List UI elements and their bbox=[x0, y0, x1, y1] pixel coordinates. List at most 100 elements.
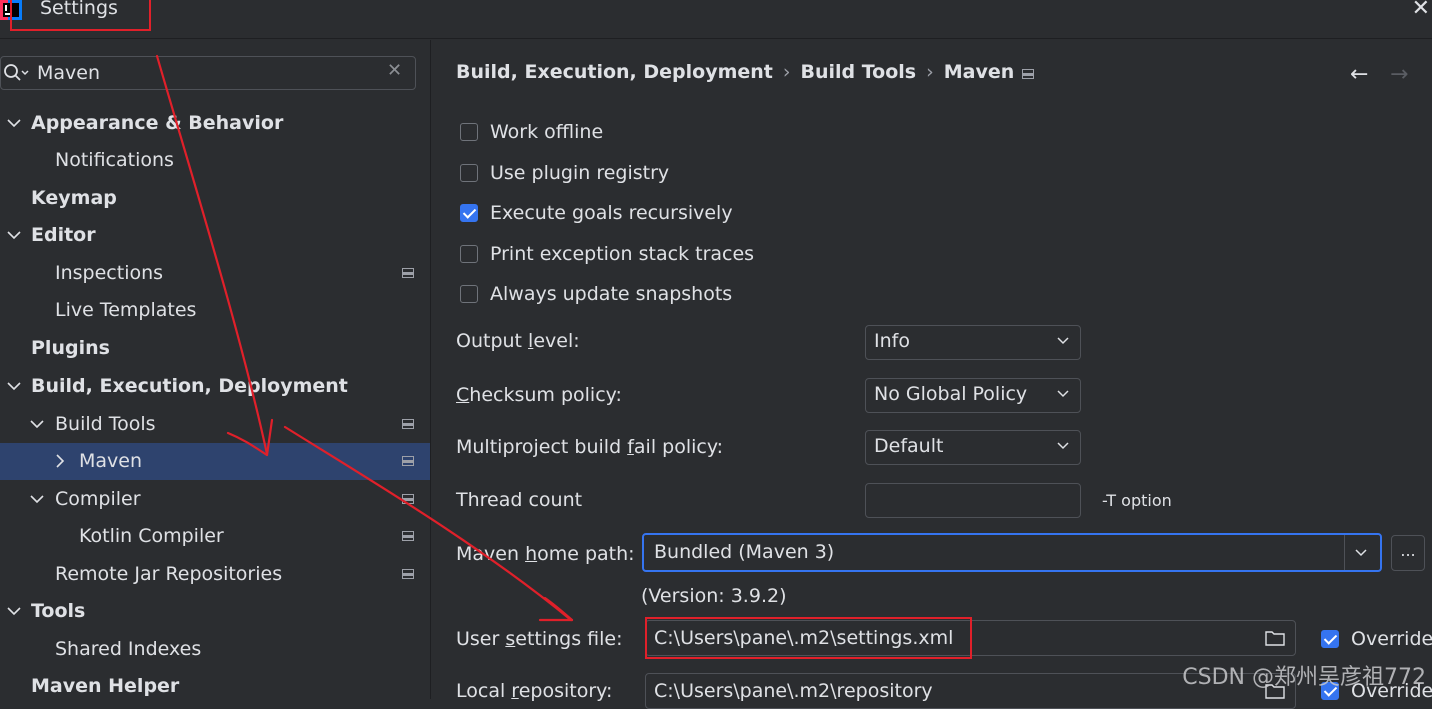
label-mnemonic: h bbox=[525, 543, 538, 565]
multiproject-fail-policy-label: Multiproject build fail policy: bbox=[456, 436, 723, 458]
sidebar-item-maven[interactable]: Maven bbox=[0, 443, 430, 480]
sidebar-item-remote-jar-repositories[interactable]: Remote Jar Repositories bbox=[0, 556, 430, 593]
print-exception-stack-traces-label: Print exception stack traces bbox=[490, 243, 755, 265]
maven-home-path-input[interactable] bbox=[654, 539, 1334, 565]
sidebar-item-appearance-behavior[interactable]: Appearance & Behavior bbox=[0, 105, 430, 142]
always-update-snapshots-checkbox[interactable] bbox=[460, 285, 478, 303]
output-level-value: Info bbox=[874, 330, 910, 352]
sidebar-item-label: Shared Indexes bbox=[55, 638, 202, 660]
sidebar-item-label: Notifications bbox=[55, 149, 174, 171]
clear-search-icon[interactable]: ✕ bbox=[387, 60, 402, 81]
sidebar-item-tools[interactable]: Tools bbox=[0, 593, 430, 630]
chevron-down-icon[interactable] bbox=[6, 217, 22, 254]
back-arrow-icon[interactable]: ← bbox=[1350, 62, 1368, 87]
chevron-down-icon bbox=[1057, 442, 1069, 450]
project-settings-icon bbox=[402, 419, 414, 429]
sidebar-item-maven-helper[interactable]: Maven Helper bbox=[0, 668, 430, 705]
sidebar-item-build-tools[interactable]: Build Tools bbox=[0, 406, 430, 443]
sidebar-item-label: Live Templates bbox=[55, 299, 197, 321]
label-text: Multiproject build bbox=[456, 436, 628, 458]
annotation-highlight-settings-file bbox=[645, 617, 972, 659]
sidebar-item-label: Keymap bbox=[31, 187, 117, 209]
multiproject-fail-policy-dropdown[interactable]: Default bbox=[865, 430, 1081, 465]
sidebar-item-label: Tools bbox=[31, 600, 86, 622]
label-mnemonic: s bbox=[505, 628, 516, 650]
maven-version-text: (Version: 3.9.2) bbox=[641, 585, 787, 607]
forward-arrow-icon: → bbox=[1390, 62, 1409, 87]
browse-maven-home-button[interactable]: ... bbox=[1391, 535, 1425, 571]
sidebar-item-shared-indexes[interactable]: Shared Indexes bbox=[0, 631, 430, 668]
sidebar-item-compiler[interactable]: Compiler bbox=[0, 481, 430, 518]
chevron-right-icon[interactable] bbox=[52, 443, 68, 480]
breadcrumb-item: Maven bbox=[943, 61, 1015, 83]
thread-count-label: Thread count bbox=[456, 489, 583, 511]
label-mnemonic: f bbox=[627, 436, 634, 458]
maven-home-path-combobox[interactable] bbox=[642, 533, 1382, 572]
sidebar-item-label: Maven Helper bbox=[31, 675, 180, 697]
execute-goals-recursively-checkbox[interactable] bbox=[460, 204, 478, 222]
work-offline-label: Work offline bbox=[490, 121, 604, 143]
chevron-down-icon[interactable] bbox=[29, 406, 45, 443]
chevron-down-icon[interactable] bbox=[6, 105, 22, 142]
sidebar-item-label: Compiler bbox=[55, 488, 141, 510]
project-settings-icon bbox=[402, 569, 414, 579]
checksum-policy-label: Checksum policy: bbox=[456, 384, 622, 406]
checksum-policy-dropdown[interactable]: No Global Policy bbox=[865, 378, 1081, 413]
use-plugin-registry-checkbox[interactable] bbox=[460, 164, 478, 182]
user-settings-override-checkbox[interactable] bbox=[1321, 630, 1339, 648]
breadcrumb-item[interactable]: Build, Execution, Deployment bbox=[456, 61, 773, 83]
label-text: ettings file: bbox=[515, 628, 623, 650]
breadcrumb-separator-icon: › bbox=[926, 61, 934, 83]
sidebar-item-build-execution-deployment[interactable]: Build, Execution, Deployment bbox=[0, 368, 430, 405]
sidebar-item-label: Kotlin Compiler bbox=[79, 525, 224, 547]
sidebar-item-label: Inspections bbox=[55, 262, 164, 284]
work-offline-checkbox[interactable] bbox=[460, 123, 478, 141]
sidebar-item-live-templates[interactable]: Live Templates bbox=[0, 292, 430, 329]
output-level-dropdown[interactable]: Info bbox=[865, 325, 1081, 360]
chevron-down-icon bbox=[1057, 337, 1069, 345]
execute-goals-recursively-label: Execute goals recursively bbox=[490, 202, 733, 224]
project-settings-icon bbox=[402, 494, 414, 504]
sidebar-item-label: Plugins bbox=[31, 337, 110, 359]
output-level-label: Output level: bbox=[456, 330, 580, 352]
sidebar-item-keymap[interactable]: Keymap bbox=[0, 180, 430, 217]
folder-icon[interactable] bbox=[1265, 630, 1285, 646]
breadcrumb-separator-icon: › bbox=[782, 61, 791, 83]
label-text: ome path: bbox=[537, 543, 635, 565]
sidebar-item-label: Editor bbox=[31, 224, 96, 246]
title-bar bbox=[0, 0, 1432, 39]
maven-home-path-label: Maven home path: bbox=[456, 543, 635, 565]
sidebar-item-inspections[interactable]: Inspections bbox=[0, 255, 430, 292]
breadcrumb: Build, Execution, Deployment › Build Tools… bbox=[456, 61, 1014, 83]
thread-count-input[interactable] bbox=[865, 483, 1081, 518]
label-text: Maven bbox=[456, 543, 526, 565]
override-label: Override bbox=[1351, 628, 1432, 650]
settings-search-input[interactable] bbox=[37, 59, 377, 87]
project-settings-icon bbox=[1022, 69, 1034, 79]
label-text: User bbox=[456, 628, 506, 650]
multiproject-fail-policy-value: Default bbox=[874, 435, 944, 457]
sidebar-item-plugins[interactable]: Plugins bbox=[0, 330, 430, 367]
chevron-down-icon[interactable] bbox=[6, 368, 22, 405]
local-repository-input[interactable] bbox=[654, 677, 1244, 705]
checksum-policy-value: No Global Policy bbox=[874, 383, 1028, 405]
annotation-highlight-title bbox=[10, 0, 151, 31]
sidebar-item-label: Remote Jar Repositories bbox=[55, 563, 283, 585]
sidebar-item-label: Build, Execution, Deployment bbox=[31, 375, 348, 397]
chevron-down-icon[interactable] bbox=[29, 481, 45, 518]
search-icon[interactable] bbox=[3, 62, 29, 84]
sidebar-item-kotlin-compiler[interactable]: Kotlin Compiler bbox=[0, 518, 430, 555]
always-update-snapshots-label: Always update snapshots bbox=[490, 283, 733, 305]
sidebar-item-notifications[interactable]: Notifications bbox=[0, 142, 430, 179]
settings-search-box[interactable]: ✕ bbox=[0, 56, 416, 90]
print-exception-stack-traces-checkbox[interactable] bbox=[460, 245, 478, 263]
breadcrumb-item[interactable]: Build Tools bbox=[801, 61, 917, 83]
chevron-down-icon bbox=[1057, 390, 1069, 398]
project-settings-icon bbox=[402, 531, 414, 541]
chevron-down-icon[interactable] bbox=[6, 593, 22, 630]
chevron-down-icon[interactable] bbox=[1354, 546, 1368, 560]
sidebar-item-editor[interactable]: Editor bbox=[0, 217, 430, 254]
close-window-button[interactable]: ✕ bbox=[1412, 0, 1430, 21]
use-plugin-registry-label: Use plugin registry bbox=[490, 162, 670, 184]
label-text: evel: bbox=[533, 330, 580, 352]
